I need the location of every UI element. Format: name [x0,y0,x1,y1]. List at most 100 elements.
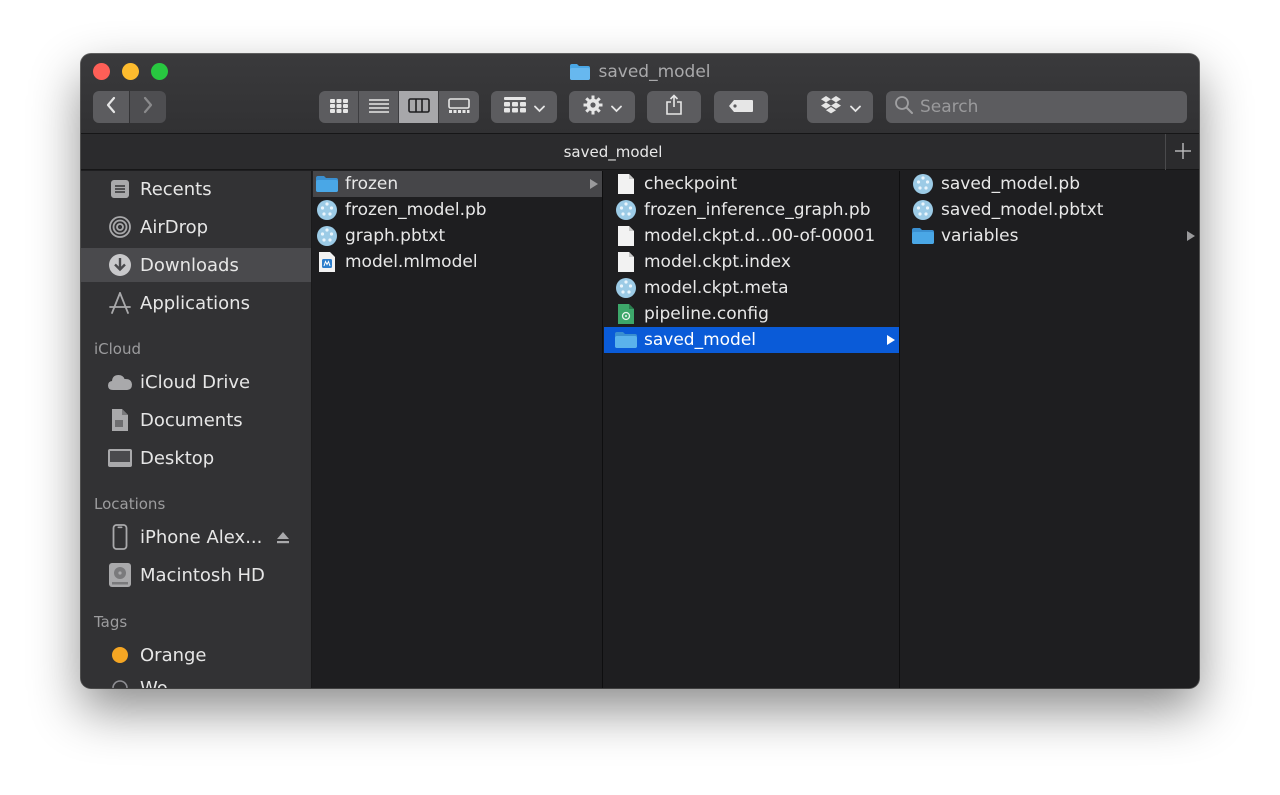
file-name: frozen [345,174,399,194]
list-item-model-ckpt-index[interactable]: model.ckpt.index [604,249,899,275]
list-view-button[interactable] [359,91,399,123]
tensorflow-file-icon [614,198,638,222]
sidebar-item-label: Macintosh HD [140,564,265,586]
tab-bar: saved_model [81,134,1199,170]
sidebar-item-macintosh-hd[interactable]: Macintosh HD [81,558,311,592]
sidebar-item-desktop[interactable]: Desktop [81,441,311,475]
file-name: variables [941,226,1019,246]
tag-button[interactable] [714,91,768,123]
sidebar-item-tag-work[interactable]: Wo... [81,671,311,688]
list-item-model-mlmodel[interactable]: model.mlmodel [313,249,602,275]
list-item-variables[interactable]: variables [901,223,1199,249]
folder-icon [569,63,591,81]
sidebar-item-label: Documents [140,409,243,431]
search-input[interactable] [920,97,1180,117]
sidebar-item-applications[interactable]: Applications [81,286,311,320]
disclosure-arrow-icon [1187,231,1195,241]
columns-icon [407,97,430,117]
applications-icon [107,290,133,316]
cloud-icon [107,369,133,395]
folder-icon [911,224,935,248]
eject-icon[interactable] [276,529,290,550]
sidebar-item-iphone[interactable]: iPhone Alex... [81,520,311,554]
forward-button[interactable] [130,91,166,123]
file-name: model.ckpt.index [644,252,791,272]
window-title-text: saved_model [598,62,711,82]
view-mode-segmented-control [319,91,479,123]
file-name: saved_model.pb [941,174,1081,194]
file-name: model.ckpt.d...00-of-00001 [644,226,876,246]
new-tab-button[interactable] [1165,134,1199,170]
browser-column-2: checkpoint frozen_inference_graph.pb mod… [604,171,900,688]
sidebar-item-documents[interactable]: Documents [81,403,311,437]
dropbox-icon [820,95,842,119]
column-view-button[interactable] [399,91,439,123]
chevron-right-icon [142,96,154,118]
documents-icon [107,407,133,433]
action-menu-button[interactable] [569,91,635,123]
tag-icon [728,98,754,117]
tensorflow-file-icon [911,198,935,222]
share-icon [665,94,683,120]
tensorflow-file-icon [315,198,339,222]
sidebar-item-label: Applications [140,292,250,314]
sidebar-item-airdrop[interactable]: AirDrop [81,210,311,244]
list-item-graph-pbtxt[interactable]: graph.pbtxt [313,223,602,249]
file-name: graph.pbtxt [345,226,446,246]
search-field[interactable] [886,91,1187,123]
dropbox-button[interactable] [807,91,873,123]
list-item-frozen[interactable]: frozen [313,171,602,197]
sidebar: Recents AirDrop Downloads Applications i… [81,171,312,688]
gear-icon [583,95,603,119]
disclosure-arrow-icon [590,179,598,189]
tensorflow-file-icon [315,224,339,248]
sidebar-item-recents[interactable]: Recents [81,172,311,206]
file-name: frozen_model.pb [345,200,487,220]
group-grid-icon [503,97,526,117]
folder-icon [614,328,638,352]
gallery-icon [448,97,470,117]
group-by-button[interactable] [491,91,557,123]
sidebar-item-icloud-drive[interactable]: iCloud Drive [81,365,311,399]
sidebar-item-tag-orange[interactable]: Orange [81,638,311,672]
tensorflow-file-icon [614,276,638,300]
sidebar-item-label: Orange [140,644,207,666]
list-item-saved-model-pbtxt[interactable]: saved_model.pbtxt [901,197,1199,223]
list-item-model-ckpt-meta[interactable]: model.ckpt.meta [604,275,899,301]
clock-icon [107,176,133,202]
tab-saved-model[interactable]: saved_model [81,134,1145,170]
list-item-model-ckpt-data[interactable]: model.ckpt.d...00-of-00001 [604,223,899,249]
icon-view-button[interactable] [319,91,359,123]
list-item-saved-model-pb[interactable]: saved_model.pb [901,171,1199,197]
folder-icon [315,172,339,196]
gallery-view-button[interactable] [439,91,479,123]
finder-window: saved_model Search saved_model Recents A… [81,54,1199,688]
plus-icon [1174,138,1192,166]
list-item-frozen-model-pb[interactable]: frozen_model.pb [313,197,602,223]
tag-dot-icon [107,642,133,668]
harddrive-icon [107,562,133,588]
config-file-icon [614,302,638,326]
list-item-saved-model-folder[interactable]: saved_model [604,327,899,353]
document-file-icon [614,172,638,196]
share-button[interactable] [647,91,701,123]
file-name: frozen_inference_graph.pb [644,200,871,220]
sidebar-item-label: Recents [140,178,212,200]
file-name: model.mlmodel [345,252,478,272]
back-button[interactable] [93,91,129,123]
list-item-checkpoint[interactable]: checkpoint [604,171,899,197]
file-name: saved_model.pbtxt [941,200,1104,220]
browser-column-1: frozen frozen_model.pb graph.pbtxt model… [313,171,603,688]
file-name: model.ckpt.meta [644,278,789,298]
list-item-frozen-inference-graph-pb[interactable]: frozen_inference_graph.pb [604,197,899,223]
desktop-icon [107,445,133,471]
list-item-pipeline-config[interactable]: pipeline.config [604,301,899,327]
chevron-down-icon [849,98,861,117]
sidebar-item-downloads[interactable]: Downloads [81,248,311,282]
tag-dot-icon [107,675,133,688]
file-name: saved_model [644,330,757,350]
title-bar: saved_model [81,54,1199,134]
file-name: pipeline.config [644,304,769,324]
downloads-icon [107,252,133,278]
sidebar-heading-icloud: iCloud [94,340,142,358]
